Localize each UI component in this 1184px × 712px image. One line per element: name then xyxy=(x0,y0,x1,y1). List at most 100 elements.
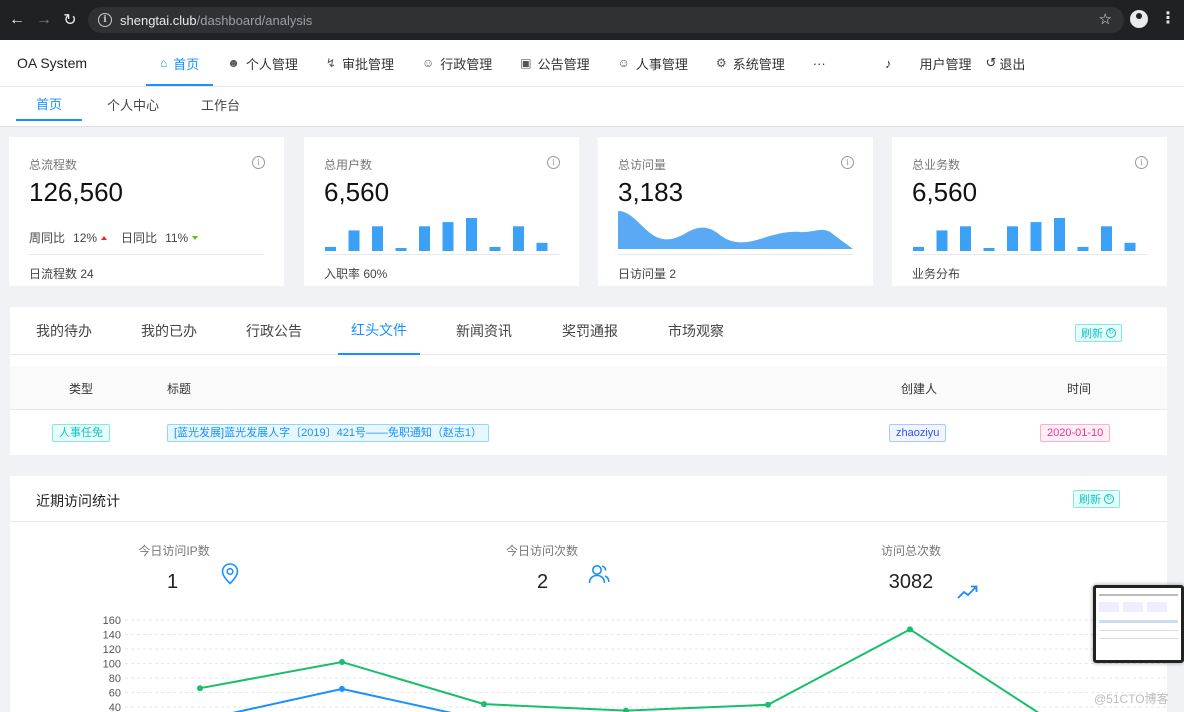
info-icon[interactable]: i xyxy=(252,156,265,169)
nav-item-approval[interactable]: ↯ 审批管理 xyxy=(312,40,408,86)
stat-label: 今日访问IP数 xyxy=(138,544,210,558)
stat-card-users: 总用户数 i 6,560 入职率 60% xyxy=(304,137,579,286)
top-nav: ⌂ 首页 ☻ 个人管理 ↯ 审批管理 ☺ 行政管理 ▣ 公告管理 ☺ 人事管理 ⚙ 系统管理 … xyxy=(146,40,840,86)
stat-card-visits: 总访问量 i 3,183 日访问量 2 xyxy=(598,137,873,286)
card-footer: 日访问量 2 xyxy=(618,267,677,281)
reload-icon[interactable]: ↻ xyxy=(58,8,82,32)
y-tick-label: 100 xyxy=(103,659,121,671)
account-icon[interactable] xyxy=(1130,10,1148,28)
stat-value: 2 xyxy=(537,571,549,593)
nav-item-system[interactable]: ⚙ 系统管理 xyxy=(702,40,799,86)
stat-visits-total: 访问总次数 3082 xyxy=(872,542,950,594)
tab-workbench[interactable]: 工作台 xyxy=(201,87,240,121)
divider xyxy=(29,254,264,255)
refresh-button[interactable]: 刷新 ↻ xyxy=(1073,490,1120,508)
y-tick-label: 80 xyxy=(109,673,121,685)
tab-market[interactable]: 市场观察 xyxy=(668,307,724,355)
data-point[interactable] xyxy=(197,685,203,692)
card-footer: 业务分布 xyxy=(912,267,961,281)
forward-arrow-icon[interactable]: → xyxy=(32,8,56,32)
mini-bar-chart xyxy=(325,218,548,251)
mini-bar xyxy=(372,226,383,251)
week-value: 12% xyxy=(73,230,98,245)
info-icon[interactable]: i xyxy=(1135,156,1148,169)
browser-toolbar: ← → ↻ i shengtai.club/dashboard/analysis… xyxy=(0,0,1184,40)
thumb-block xyxy=(1123,602,1143,612)
tab-admin-notice[interactable]: 行政公告 xyxy=(246,307,302,355)
col-time: 时间 xyxy=(1067,382,1092,396)
day-value: 11% xyxy=(165,230,189,245)
logout-link[interactable]: 退出 xyxy=(999,54,1025,73)
data-point[interactable] xyxy=(339,659,345,665)
stat-ip: 今日访问IP数 1 xyxy=(130,542,218,594)
data-point[interactable] xyxy=(481,701,487,708)
refresh-button[interactable]: 刷新 ↻ xyxy=(1075,324,1122,342)
table-row[interactable]: 人事任免 [蓝光发展]蓝光发展人字〔2019〕421号——免职通知（赵志1） z… xyxy=(10,411,1167,455)
user-menu[interactable]: 用户管理 xyxy=(920,54,972,73)
video-icon: ▣ xyxy=(520,56,532,70)
site-info-icon[interactable]: i xyxy=(98,13,112,27)
back-arrow-icon[interactable]: ← xyxy=(5,8,29,32)
app-header: OA System ⌂ 首页 ☻ 个人管理 ↯ 审批管理 ☺ 行政管理 ▣ 公告管理 ☺ 人… xyxy=(0,40,1184,86)
mini-bar xyxy=(466,218,477,251)
title-link[interactable]: [蓝光发展]蓝光发展人字〔2019〕421号——免职通知（赵志1） xyxy=(167,424,490,442)
col-type: 类型 xyxy=(69,382,94,396)
data-point[interactable] xyxy=(765,701,771,708)
address-bar[interactable]: i shengtai.club/dashboard/analysis ☆ xyxy=(88,7,1124,33)
mini-bar xyxy=(1124,242,1136,251)
nav-label: 个人管理 xyxy=(245,56,298,72)
data-point[interactable] xyxy=(907,626,913,633)
app-logo: OA System xyxy=(17,55,88,71)
card-title: 总用户数 xyxy=(324,158,373,172)
stat-card-process: 总流程数 i 126,560 周同比 12% 日同比 11% 日流程数 24 xyxy=(9,137,284,286)
mini-bar xyxy=(1030,222,1042,251)
stat-card-business: 总业务数 i 6,560 业务分布 xyxy=(892,137,1167,286)
divider xyxy=(912,254,1147,255)
nav-label: 行政管理 xyxy=(440,56,493,72)
divider xyxy=(618,254,853,255)
mini-bar xyxy=(513,226,524,251)
card-title: 总业务数 xyxy=(912,158,961,172)
info-icon[interactable]: i xyxy=(841,156,854,169)
tab-reward-notice[interactable]: 奖罚通报 xyxy=(562,307,618,355)
card-value: 126,560 xyxy=(29,177,123,207)
stat-label: 今日访问次数 xyxy=(505,544,578,558)
browser-menu-icon[interactable]: ⋮ xyxy=(1160,8,1176,30)
stat-value: 1 xyxy=(167,571,179,593)
y-tick-label: 60 xyxy=(109,688,121,700)
thumb-line xyxy=(1099,630,1178,631)
mini-bar xyxy=(348,230,360,251)
mini-bar xyxy=(936,230,948,251)
info-icon[interactable]: i xyxy=(547,156,560,169)
page-tabs: 首页 个人中心 工作台 xyxy=(0,86,1184,127)
nav-item-home[interactable]: ⌂ 首页 xyxy=(146,40,214,86)
mini-bar xyxy=(395,248,407,251)
nav-item-more[interactable]: ··· xyxy=(799,40,840,86)
week-label: 周同比 xyxy=(29,231,66,245)
divider xyxy=(324,254,559,255)
mini-bar xyxy=(1101,226,1112,251)
col-title: 标题 xyxy=(167,382,192,396)
nav-item-hr[interactable]: ☺ 人事管理 xyxy=(604,40,702,86)
mini-bar-chart xyxy=(913,218,1136,251)
people-icon: ☺ xyxy=(422,56,435,70)
time-tag: 2020-01-10 xyxy=(1040,424,1111,442)
stat-value: 3082 xyxy=(888,571,934,593)
data-point[interactable] xyxy=(623,707,629,712)
tab-my-todo[interactable]: 我的待办 xyxy=(36,307,92,355)
tab-news[interactable]: 新闻资讯 xyxy=(456,307,512,355)
tab-my-done[interactable]: 我的已办 xyxy=(141,307,197,355)
tab-home[interactable]: 首页 xyxy=(16,87,83,121)
nav-item-notice[interactable]: ▣ 公告管理 xyxy=(506,40,603,86)
tab-red-header-docs[interactable]: 红头文件 xyxy=(338,307,420,355)
mini-bar xyxy=(960,226,971,251)
nav-item-admin[interactable]: ☺ 行政管理 xyxy=(408,40,506,86)
bell-icon[interactable]: ♪ xyxy=(885,56,892,71)
nav-item-personal[interactable]: ☻ 个人管理 xyxy=(213,40,312,86)
bookmark-star-icon[interactable]: ☆ xyxy=(1099,10,1112,28)
thumb-block xyxy=(1147,602,1167,612)
home-icon: ⌂ xyxy=(160,56,168,70)
watermark: @51CTO博客 xyxy=(1094,692,1169,706)
data-point[interactable] xyxy=(339,685,345,692)
tab-personal-center[interactable]: 个人中心 xyxy=(107,87,159,121)
